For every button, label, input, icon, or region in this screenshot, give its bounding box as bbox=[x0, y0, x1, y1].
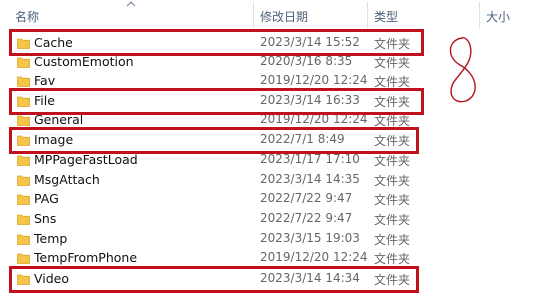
column-size-header[interactable]: 大小 bbox=[486, 8, 510, 25]
file-modified: 2020/3/16 8:35 bbox=[260, 54, 353, 68]
column-type-header[interactable]: 类型 bbox=[374, 8, 398, 25]
highlight-box-cache bbox=[9, 29, 424, 56]
column-divider[interactable] bbox=[479, 2, 480, 28]
file-type: 文件夹 bbox=[374, 233, 411, 247]
file-name: CustomEmotion bbox=[34, 54, 134, 69]
folder-icon bbox=[17, 57, 30, 68]
file-modified: 2019/12/20 12:24 bbox=[260, 250, 368, 264]
folder-icon bbox=[17, 155, 30, 166]
folder-icon bbox=[17, 175, 30, 186]
sort-up-icon bbox=[126, 1, 136, 7]
handwritten-eight-mark bbox=[449, 37, 476, 103]
file-name: Fav bbox=[34, 73, 56, 88]
column-divider[interactable] bbox=[367, 2, 368, 28]
highlight-box-file bbox=[9, 88, 424, 115]
file-modified: 2023/1/17 17:10 bbox=[260, 152, 360, 166]
file-name: MsgAttach bbox=[34, 172, 100, 187]
folder-icon bbox=[17, 253, 30, 264]
list-item[interactable]: Temp 2023/3/15 19:03 文件夹 bbox=[0, 230, 550, 249]
column-name-header[interactable]: 名称 bbox=[15, 8, 39, 25]
file-modified: 2022/7/22 9:47 bbox=[260, 211, 353, 225]
file-type: 文件夹 bbox=[374, 213, 411, 227]
file-name: MPPageFastLoad bbox=[34, 152, 138, 167]
file-name: Temp bbox=[34, 231, 68, 246]
file-name: PAG bbox=[34, 191, 59, 206]
list-item[interactable]: Sns 2022/7/22 9:47 文件夹 bbox=[0, 210, 550, 229]
file-name: Sns bbox=[34, 211, 57, 226]
file-modified: 2023/3/15 19:03 bbox=[260, 231, 360, 245]
file-type: 文件夹 bbox=[374, 193, 411, 207]
highlight-box-image bbox=[9, 127, 419, 154]
folder-icon bbox=[17, 115, 30, 126]
file-type: 文件夹 bbox=[374, 154, 411, 168]
file-name: TempFromPhone bbox=[34, 250, 138, 265]
column-divider[interactable] bbox=[253, 2, 254, 28]
file-type: 文件夹 bbox=[374, 174, 411, 188]
list-item[interactable]: PAG 2022/7/22 9:47 文件夹 bbox=[0, 190, 550, 209]
list-item[interactable]: MsgAttach 2023/3/14 14:35 文件夹 bbox=[0, 171, 550, 190]
folder-icon bbox=[17, 234, 30, 245]
file-modified: 2023/3/14 14:35 bbox=[260, 172, 360, 186]
file-modified: 2019/12/20 12:24 bbox=[260, 73, 368, 87]
file-type: 文件夹 bbox=[374, 56, 411, 70]
folder-icon bbox=[17, 76, 30, 87]
highlight-box-video bbox=[9, 266, 419, 293]
folder-icon bbox=[17, 194, 30, 205]
file-modified: 2022/7/22 9:47 bbox=[260, 191, 353, 205]
column-header: 名称 修改日期 类型 大小 bbox=[0, 0, 550, 30]
column-modified-header[interactable]: 修改日期 bbox=[260, 8, 308, 25]
file-type: 文件夹 bbox=[374, 252, 411, 266]
folder-icon bbox=[17, 214, 30, 225]
